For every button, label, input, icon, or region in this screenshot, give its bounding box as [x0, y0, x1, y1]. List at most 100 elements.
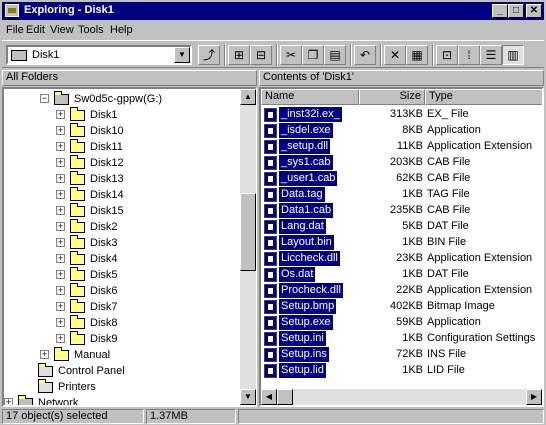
minimize-button[interactable]: _	[492, 4, 508, 18]
file-size: 1KB	[402, 364, 423, 376]
expand-plus-icon[interactable]: +	[56, 142, 65, 151]
small-icons-button[interactable]: ⁞	[458, 45, 480, 65]
folder-icon	[70, 139, 85, 153]
tree-item[interactable]: + Disk5	[4, 267, 240, 283]
scroll-left-arrow-icon[interactable]: ◀	[261, 389, 277, 405]
folder-tree[interactable]: − Sw0d5c-gppw(G:) + Disk1 + Disk10 + Disk11 + Dis…	[2, 87, 257, 407]
tree-item[interactable]: + Disk9	[4, 331, 240, 347]
tree-vertical-scrollbar[interactable]: ▲ ▼	[240, 89, 256, 405]
file-row[interactable]: Data1.cab 235KB CAB File	[261, 203, 531, 219]
file-row[interactable]: _inst32i.ex_ 313KB EX_ File	[261, 107, 531, 123]
file-row[interactable]: Lang.dat 5KB DAT File	[261, 219, 531, 235]
expand-plus-icon[interactable]: +	[56, 270, 65, 279]
file-row[interactable]: _user1.cab 62KB CAB File	[261, 171, 531, 187]
file-row[interactable]: Setup.ins 72KB INS File	[261, 347, 531, 363]
title-bar[interactable]: Exploring - Disk1 _ □ ✕	[2, 2, 544, 20]
undo-button[interactable]: ↶	[354, 45, 376, 65]
expand-plus-icon[interactable]: +	[56, 158, 65, 167]
map-drive-button[interactable]: ⊞	[228, 45, 250, 65]
file-row[interactable]: Setup.exe 59KB Application	[261, 315, 531, 331]
column-header-type[interactable]: Type	[425, 89, 542, 105]
file-row[interactable]: _setup.dll 11KB Application Extension	[261, 139, 532, 155]
column-header-size[interactable]: Size	[359, 89, 425, 105]
tree-item-label: Disk9	[90, 333, 118, 345]
tree-item[interactable]: + Disk7	[4, 299, 240, 315]
expand-plus-icon[interactable]: +	[56, 334, 65, 343]
explorer-app-icon[interactable]	[5, 4, 19, 17]
tree-item[interactable]: + Network	[4, 395, 240, 405]
paste-button[interactable]: ▤	[324, 45, 346, 65]
toolbar-separator	[276, 44, 278, 66]
expand-plus-icon[interactable]: +	[56, 302, 65, 311]
tree-item[interactable]: + Disk3	[4, 235, 240, 251]
copy-button[interactable]: ❐	[302, 45, 324, 65]
tree-item[interactable]: + Disk10	[4, 123, 240, 139]
list-horizontal-scrollbar[interactable]: ◀ ▶	[261, 389, 542, 405]
menu-view[interactable]: View	[50, 24, 74, 36]
properties-button[interactable]: ▦	[406, 45, 428, 65]
expand-plus-icon[interactable]: +	[56, 174, 65, 183]
menu-help[interactable]: Help	[110, 24, 133, 36]
file-row[interactable]: Procheck.dll 22KB Application Extension	[261, 283, 532, 299]
toolbar-separator	[380, 44, 382, 66]
disconnect-drive-button[interactable]: ⊟	[250, 45, 272, 65]
large-icons-button[interactable]: ⊡	[436, 45, 458, 65]
maximize-button[interactable]: □	[508, 4, 524, 18]
tree-item[interactable]: + Disk13	[4, 171, 240, 187]
delete-button[interactable]: ✕	[384, 45, 406, 65]
expand-plus-icon[interactable]: +	[56, 222, 65, 231]
file-row[interactable]: Setup.lid 1KB LID File	[261, 363, 531, 379]
expand-plus-icon[interactable]: +	[56, 110, 65, 119]
file-row[interactable]: Data.tag 1KB TAG File	[261, 187, 531, 203]
scroll-down-arrow-icon[interactable]: ▼	[240, 389, 256, 405]
close-button[interactable]: ✕	[526, 4, 542, 18]
expand-plus-icon[interactable]: +	[56, 286, 65, 295]
tree-item[interactable]: + Disk14	[4, 187, 240, 203]
file-row[interactable]: Liccheck.dll 23KB Application Extension	[261, 251, 532, 267]
expand-plus-icon[interactable]: +	[56, 254, 65, 263]
details-view-button[interactable]: ▥	[502, 45, 524, 65]
file-row[interactable]: Os.dat 1KB DAT File	[261, 267, 531, 283]
tree-item[interactable]: − Sw0d5c-gppw(G:)	[4, 91, 240, 107]
file-row[interactable]: Layout.bin 1KB BIN File	[261, 235, 531, 251]
list-scroll-thumb[interactable]	[277, 389, 293, 405]
file-row[interactable]: _isdel.exe 8KB Application	[261, 123, 531, 139]
menu-tools[interactable]: Tools	[78, 24, 104, 36]
tree-item[interactable]: + Disk4	[4, 251, 240, 267]
expand-plus-icon[interactable]: +	[56, 318, 65, 327]
file-icon	[264, 364, 277, 378]
tree-item[interactable]: Printers	[4, 379, 240, 395]
tree-item[interactable]: + Disk1	[4, 107, 240, 123]
tree-item[interactable]: Control Panel	[4, 363, 240, 379]
tree-item[interactable]: + Disk12	[4, 155, 240, 171]
file-list[interactable]: Name Size Type _inst32i.ex_ 313KB EX_ File…	[259, 87, 544, 407]
tree-item[interactable]: + Disk15	[4, 203, 240, 219]
menu-file[interactable]: File	[6, 24, 24, 36]
cut-button[interactable]: ✂	[280, 45, 302, 65]
tree-item[interactable]: + Disk11	[4, 139, 240, 155]
up-one-level-button[interactable]: ⤴	[198, 45, 220, 65]
file-row[interactable]: Setup.ini 1KB Configuration Settings	[261, 331, 535, 347]
column-header-name[interactable]: Name	[261, 89, 359, 105]
scroll-right-arrow-icon[interactable]: ▶	[526, 389, 542, 405]
file-row[interactable]: _sys1.cab 203KB CAB File	[261, 155, 531, 171]
menu-edit[interactable]: Edit	[26, 24, 45, 36]
address-combo[interactable]: Disk1 ▼	[6, 45, 192, 65]
expand-plus-icon[interactable]: +	[56, 238, 65, 247]
expand-plus-icon[interactable]: +	[4, 398, 13, 405]
file-row[interactable]: Setup.bmp 402KB Bitmap Image	[261, 299, 531, 315]
expand-plus-icon[interactable]: +	[40, 350, 49, 359]
tree-item[interactable]: + Disk8	[4, 315, 240, 331]
expand-plus-icon[interactable]: +	[56, 206, 65, 215]
expand-plus-icon[interactable]: +	[56, 126, 65, 135]
collapse-minus-icon[interactable]: −	[40, 94, 49, 103]
list-view-button[interactable]: ☰	[480, 45, 502, 65]
tree-item[interactable]: + Disk2	[4, 219, 240, 235]
tree-item[interactable]: + Manual	[4, 347, 240, 363]
dropdown-arrow-icon[interactable]: ▼	[174, 47, 190, 63]
tree-item[interactable]: + Disk6	[4, 283, 240, 299]
scroll-up-arrow-icon[interactable]: ▲	[240, 89, 256, 105]
tree-scroll-thumb[interactable]	[240, 193, 256, 271]
expand-plus-icon[interactable]: +	[56, 190, 65, 199]
tree-item-label: Disk14	[90, 189, 124, 201]
